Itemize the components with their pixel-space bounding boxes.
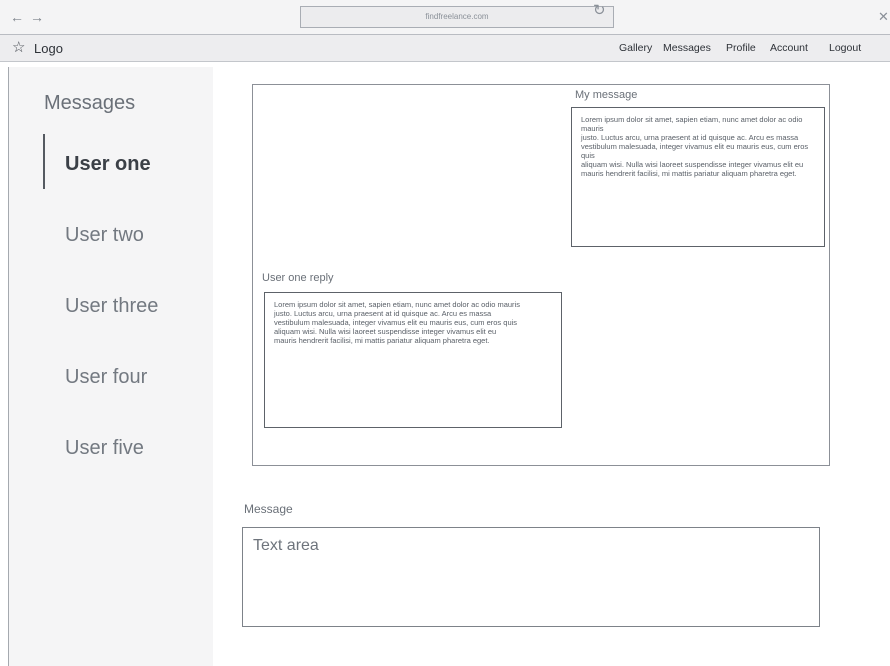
sidebar-item-user-one[interactable]: User one — [65, 153, 151, 176]
nav-account[interactable]: Account — [770, 42, 808, 54]
nav-profile[interactable]: Profile — [726, 42, 756, 54]
nav-logout[interactable]: Logout — [829, 42, 861, 54]
address-bar[interactable]: findfreelance.com — [300, 6, 614, 28]
sidebar-item-user-four[interactable]: User four — [65, 366, 147, 389]
nav-gallery[interactable]: Gallery — [619, 42, 652, 54]
sidebar-item-user-two[interactable]: User two — [65, 224, 144, 247]
nav-messages[interactable]: Messages — [663, 42, 711, 54]
reply-label: User one reply — [262, 272, 334, 284]
reload-icon[interactable]: ↻ — [593, 3, 606, 18]
message-label: Message — [244, 502, 293, 516]
back-arrow-icon[interactable]: ← — [10, 10, 24, 24]
browser-toolbar: ← → findfreelance.com ↻ ✕ — [0, 0, 890, 35]
reply-bubble: Lorem ipsum dolor sit amet, sapien etiam… — [264, 292, 562, 428]
forward-arrow-icon[interactable]: → — [30, 10, 44, 24]
sidebar: Messages User one User two User three Us… — [8, 67, 213, 666]
sidebar-title: Messages — [44, 92, 136, 114]
sidebar-item-user-three[interactable]: User three — [65, 295, 158, 318]
my-message-bubble: Lorem ipsum dolor sit amet, sapien etiam… — [571, 107, 825, 247]
my-message-label: My message — [575, 89, 638, 101]
close-icon[interactable]: ✕ — [878, 10, 889, 23]
star-icon: ☆ — [12, 39, 26, 56]
conversation-pane[interactable]: My message Lorem ipsum dolor sit amet, s… — [252, 84, 830, 466]
sidebar-item-user-five[interactable]: User five — [65, 437, 144, 460]
active-indicator — [43, 134, 45, 189]
message-text-area[interactable]: Text area — [242, 527, 820, 627]
logo[interactable]: Logo — [34, 41, 63, 56]
app-header: ☆ Logo Gallery Messages Profile Account … — [0, 35, 890, 62]
